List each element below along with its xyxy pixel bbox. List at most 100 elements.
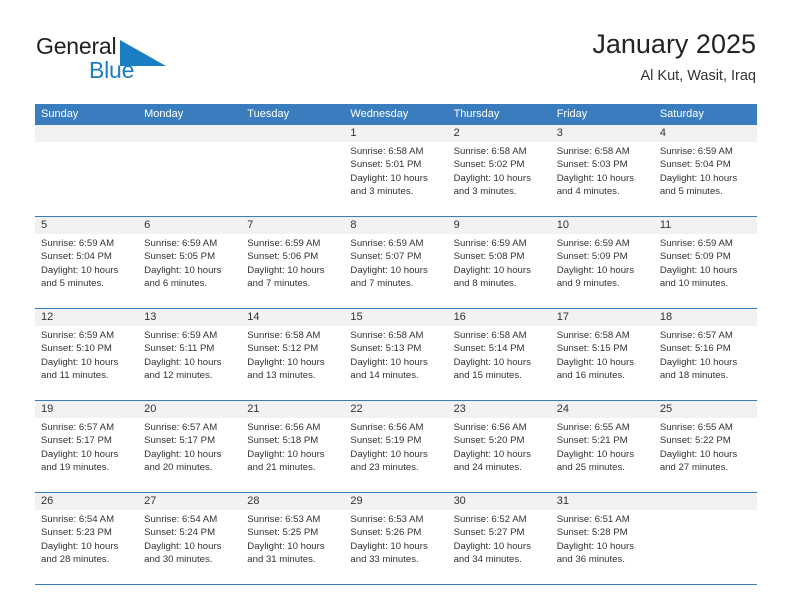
day-cell[interactable]: Sunrise: 6:58 AM Sunset: 5:14 PM Daylight:… — [448, 326, 551, 400]
daylight-text: Daylight: 10 hours and 27 minutes. — [659, 448, 738, 473]
daylight-text: Daylight: 10 hours and 21 minutes. — [247, 448, 325, 473]
day-number[interactable]: 12 — [35, 309, 138, 326]
sunset-text: Sunset: 5:14 PM — [453, 343, 525, 355]
day-number[interactable]: 15 — [344, 309, 447, 326]
day-number-empty — [241, 125, 344, 142]
daylight-text: Daylight: 10 hours and 11 minutes. — [41, 356, 119, 381]
day-number[interactable]: 28 — [241, 493, 344, 510]
day-cell[interactable]: Sunrise: 6:57 AM Sunset: 5:17 PM Daylight:… — [138, 418, 241, 492]
day-number-band: 1234 — [35, 125, 757, 142]
daylight-text: Daylight: 10 hours and 33 minutes. — [350, 540, 428, 565]
day-number-band: 19 20 21 22 23 24 25 — [35, 401, 757, 418]
day-cell[interactable]: Sunrise: 6:59 AM Sunset: 5:07 PM Daylight:… — [344, 234, 447, 308]
day-cell[interactable]: Sunrise: 6:58 AM Sunset: 5:03 PM Daylight:… — [551, 142, 654, 216]
day-number[interactable]: 20 — [138, 401, 241, 418]
day-cell-row: Sunrise: 6:59 AM Sunset: 5:10 PM Daylight:… — [35, 326, 757, 400]
sunset-text: Sunset: 5:17 PM — [41, 435, 112, 447]
day-number[interactable]: 10 — [551, 217, 654, 234]
day-cell[interactable]: Sunrise: 6:53 AM Sunset: 5:26 PM Daylight:… — [344, 510, 447, 584]
day-cell[interactable]: Sunrise: 6:56 AM Sunset: 5:20 PM Daylight:… — [448, 418, 551, 492]
day-cell[interactable]: Sunrise: 6:59 AM Sunset: 5:04 PM Daylight:… — [654, 142, 757, 216]
daylight-text: Daylight: 10 hours and 8 minutes. — [453, 264, 531, 289]
day-number[interactable]: 29 — [344, 493, 447, 510]
sunset-text: Sunset: 5:26 PM — [350, 527, 422, 539]
calendar-week-row: 19 20 21 22 23 24 25 Sunrise: 6:57 AM Sunset: 5:… — [35, 400, 757, 492]
sunset-text: Sunset: 5:17 PM — [144, 435, 216, 447]
day-cell[interactable]: Sunrise: 6:59 AM Sunset: 5:04 PM Daylight:… — [35, 234, 138, 308]
sunrise-text: Sunrise: 6:54 AM — [41, 514, 115, 525]
day-number[interactable]: 17 — [551, 309, 654, 326]
day-number-empty — [654, 493, 757, 510]
day-cell[interactable]: Sunrise: 6:55 AM Sunset: 5:21 PM Daylight:… — [551, 418, 654, 492]
day-number[interactable]: 25 — [654, 401, 757, 418]
day-cell[interactable]: Sunrise: 6:54 AM Sunset: 5:23 PM Daylight:… — [35, 510, 138, 584]
day-number[interactable]: 4 — [654, 125, 757, 142]
sunset-text: Sunset: 5:24 PM — [144, 527, 216, 539]
day-cell[interactable]: Sunrise: 6:53 AM Sunset: 5:25 PM Daylight:… — [241, 510, 344, 584]
day-number[interactable]: 22 — [344, 401, 447, 418]
day-cell[interactable]: Sunrise: 6:58 AM Sunset: 5:12 PM Daylight:… — [241, 326, 344, 400]
day-cell[interactable]: Sunrise: 6:59 AM Sunset: 5:09 PM Daylight:… — [654, 234, 757, 308]
day-number-empty — [35, 125, 138, 142]
daylight-text: Daylight: 10 hours and 6 minutes. — [144, 264, 222, 289]
day-number[interactable]: 13 — [138, 309, 241, 326]
sunrise-text: Sunrise: 6:56 AM — [453, 422, 527, 433]
day-cell-row: Sunrise: 6:59 AM Sunset: 5:04 PM Daylight:… — [35, 234, 757, 308]
day-number[interactable]: 24 — [551, 401, 654, 418]
day-cell[interactable]: Sunrise: 6:58 AM Sunset: 5:13 PM Daylight:… — [344, 326, 447, 400]
day-number[interactable]: 19 — [35, 401, 138, 418]
day-cell-empty — [654, 510, 757, 584]
calendar-week-row: 5 6 7 8 9 10 11 Sunrise: 6:59 AM Sunset: 5:04 PM… — [35, 216, 757, 308]
day-number[interactable]: 14 — [241, 309, 344, 326]
sunset-text: Sunset: 5:12 PM — [247, 343, 319, 355]
day-number[interactable]: 26 — [35, 493, 138, 510]
day-cell[interactable]: Sunrise: 6:56 AM Sunset: 5:19 PM Daylight:… — [344, 418, 447, 492]
day-cell[interactable]: Sunrise: 6:55 AM Sunset: 5:22 PM Daylight:… — [654, 418, 757, 492]
day-number[interactable]: 1 — [344, 125, 447, 142]
day-number[interactable]: 21 — [241, 401, 344, 418]
day-cell[interactable]: Sunrise: 6:54 AM Sunset: 5:24 PM Daylight:… — [138, 510, 241, 584]
sunrise-text: Sunrise: 6:58 AM — [350, 330, 424, 341]
day-cell[interactable]: Sunrise: 6:57 AM Sunset: 5:16 PM Daylight:… — [654, 326, 757, 400]
day-number-band: 12 13 14 15 16 17 18 — [35, 309, 757, 326]
day-cell[interactable]: Sunrise: 6:59 AM Sunset: 5:08 PM Daylight:… — [448, 234, 551, 308]
sunset-text: Sunset: 5:15 PM — [556, 343, 628, 355]
day-number[interactable]: 7 — [241, 217, 344, 234]
sunset-text: Sunset: 5:22 PM — [659, 435, 731, 447]
day-number[interactable]: 18 — [654, 309, 757, 326]
day-cell[interactable]: Sunrise: 6:56 AM Sunset: 5:18 PM Daylight:… — [241, 418, 344, 492]
sunrise-text: Sunrise: 6:59 AM — [144, 238, 218, 249]
day-number[interactable]: 5 — [35, 217, 138, 234]
day-cell[interactable]: Sunrise: 6:59 AM Sunset: 5:05 PM Daylight:… — [138, 234, 241, 308]
day-number[interactable]: 2 — [448, 125, 551, 142]
weekday-header-tuesday: Tuesday — [247, 108, 290, 120]
day-cell[interactable]: Sunrise: 6:52 AM Sunset: 5:27 PM Daylight:… — [448, 510, 551, 584]
day-number[interactable]: 8 — [344, 217, 447, 234]
daylight-text: Daylight: 10 hours and 31 minutes. — [247, 540, 325, 565]
day-cell[interactable]: Sunrise: 6:59 AM Sunset: 5:11 PM Daylight:… — [138, 326, 241, 400]
daylight-text: Daylight: 10 hours and 14 minutes. — [350, 356, 428, 381]
daylight-text: Daylight: 10 hours and 7 minutes. — [350, 264, 428, 289]
day-number[interactable]: 31 — [551, 493, 654, 510]
day-cell-empty — [138, 142, 241, 216]
day-number[interactable]: 9 — [448, 217, 551, 234]
day-number[interactable]: 30 — [448, 493, 551, 510]
day-number[interactable]: 23 — [448, 401, 551, 418]
day-number[interactable]: 6 — [138, 217, 241, 234]
day-cell[interactable]: Sunrise: 6:59 AM Sunset: 5:09 PM Daylight:… — [551, 234, 654, 308]
sunset-text: Sunset: 5:08 PM — [453, 251, 525, 263]
day-number[interactable]: 27 — [138, 493, 241, 510]
day-cell[interactable]: Sunrise: 6:51 AM Sunset: 5:28 PM Daylight:… — [551, 510, 654, 584]
day-cell[interactable]: Sunrise: 6:58 AM Sunset: 5:15 PM Daylight:… — [551, 326, 654, 400]
sunset-text: Sunset: 5:16 PM — [659, 343, 731, 355]
day-number[interactable]: 16 — [448, 309, 551, 326]
day-number[interactable]: 11 — [654, 217, 757, 234]
day-cell[interactable]: Sunrise: 6:57 AM Sunset: 5:17 PM Daylight:… — [35, 418, 138, 492]
day-number[interactable]: 3 — [551, 125, 654, 142]
page-title: January 2025 — [592, 29, 756, 59]
day-cell[interactable]: Sunrise: 6:59 AM Sunset: 5:06 PM Daylight:… — [241, 234, 344, 308]
day-cell[interactable]: Sunrise: 6:58 AM Sunset: 5:01 PM Daylight:… — [344, 142, 447, 216]
generalblue-logo[interactable]: General Blue — [36, 33, 216, 89]
day-cell[interactable]: Sunrise: 6:59 AM Sunset: 5:10 PM Daylight:… — [35, 326, 138, 400]
day-cell[interactable]: Sunrise: 6:58 AM Sunset: 5:02 PM Daylight:… — [448, 142, 551, 216]
